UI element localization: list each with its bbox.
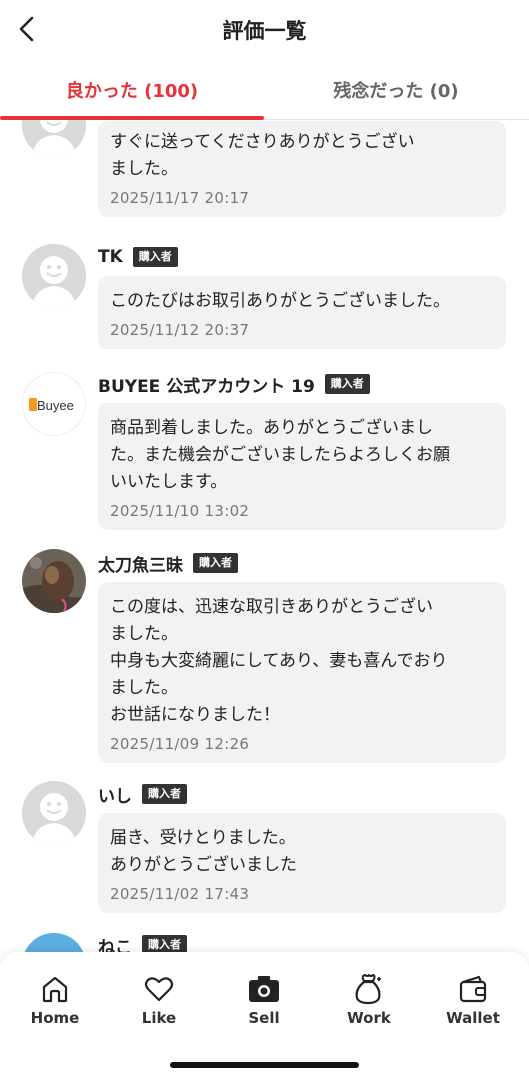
header: 評価一覧 xyxy=(0,0,529,60)
nav-wallet[interactable]: Wallet xyxy=(428,972,518,1032)
home-icon xyxy=(38,972,72,1006)
nav-home[interactable]: Home xyxy=(10,972,100,1032)
buyer-badge: 購入者 xyxy=(324,374,370,394)
reviewer-row: TK 購入者 xyxy=(98,245,178,269)
default-avatar-icon[interactable] xyxy=(22,244,86,308)
page-title: 評価一覧 xyxy=(222,19,307,43)
reviewer-name[interactable]: 太刀魚三昧 xyxy=(98,551,183,576)
tab-good[interactable]: 良かった (100) xyxy=(0,60,264,120)
reviewer-row: いし 購入者 xyxy=(98,782,187,807)
nav-label: Home xyxy=(30,1009,80,1027)
review-comment: 届き、受けとりました。 ありがとうございました xyxy=(110,828,297,875)
review-date: 2025/11/02 17:43 xyxy=(110,885,250,903)
tab-bad[interactable]: 残念だった (0) xyxy=(264,60,528,120)
nav-label: Sell xyxy=(248,1009,280,1027)
review-comment: この度は、迅速な取引きありがとうござい ました。 中身も大変綺麗にしてあり、妻も… xyxy=(110,597,448,725)
review-list[interactable]: すぐに送ってくださりありがとうござい ました。 2025/11/17 20:17… xyxy=(0,0,529,1080)
active-tab-indicator xyxy=(0,116,264,120)
cat-photo[interactable] xyxy=(22,549,86,613)
review-date: 2025/11/09 12:26 xyxy=(110,735,250,753)
buyer-badge: 購入者 xyxy=(193,553,238,573)
review-comment: このたびはお取引ありがとうございました。 xyxy=(110,291,450,311)
review-comment: すぐに送ってくださりありがとうござい ました。 xyxy=(110,132,415,179)
buyer-badge: 購入者 xyxy=(142,784,187,804)
default-avatar-icon[interactable] xyxy=(22,781,86,845)
heart-icon xyxy=(142,972,176,1006)
review-bubble: この度は、迅速な取引きありがとうござい ました。 中身も大変綺麗にしてあり、妻も… xyxy=(98,582,506,763)
reviewer-name[interactable]: いし xyxy=(98,782,132,807)
reviewer-row: 太刀魚三昧 購入者 xyxy=(98,551,238,576)
home-indicator xyxy=(170,1062,359,1068)
reviewer-name[interactable]: TK xyxy=(98,247,123,267)
wallet-icon xyxy=(456,972,490,1006)
nav-label: Wallet xyxy=(446,1009,500,1027)
bottom-nav: Home Like Sell Work Wallet xyxy=(0,952,529,1080)
buyee-logo-text: Buyee xyxy=(37,398,74,413)
review-date: 2025/11/10 13:02 xyxy=(110,502,250,520)
reviewer-name[interactable]: BUYEE 公式アカウント 19 xyxy=(98,372,315,397)
reviewer-row: BUYEE 公式アカウント 19 購入者 xyxy=(98,372,370,397)
review-bubble: 商品到着しました。ありがとうございまし た。また機会がございましたらよろしくお願… xyxy=(98,403,506,530)
tab-bar: 良かった (100) 残念だった (0) xyxy=(0,60,529,120)
nav-sell[interactable]: Sell xyxy=(219,972,309,1032)
review-date: 2025/11/12 20:37 xyxy=(110,321,250,339)
nav-label: Work xyxy=(347,1009,391,1027)
buyer-badge: 購入者 xyxy=(132,247,178,267)
review-bubble: 届き、受けとりました。 ありがとうございました 2025/11/02 17:43 xyxy=(98,813,506,913)
money-bag-icon xyxy=(352,972,386,1006)
camera-icon xyxy=(247,972,281,1006)
screen: すぐに送ってくださりありがとうござい ました。 2025/11/17 20:17… xyxy=(0,0,529,1080)
review-comment: 商品到着しました。ありがとうございまし た。また機会がございましたらよろしくお願… xyxy=(110,418,450,492)
review-bubble: すぐに送ってくださりありがとうござい ました。 2025/11/17 20:17 xyxy=(98,121,506,217)
nav-work[interactable]: Work xyxy=(324,972,414,1032)
review-date: 2025/11/17 20:17 xyxy=(110,189,250,207)
nav-label: Like xyxy=(141,1009,177,1027)
review-bubble: このたびはお取引ありがとうございました。 2025/11/12 20:37 xyxy=(98,276,506,349)
buyee-logo[interactable]: Buyee xyxy=(22,372,86,436)
nav-like[interactable]: Like xyxy=(114,972,204,1032)
